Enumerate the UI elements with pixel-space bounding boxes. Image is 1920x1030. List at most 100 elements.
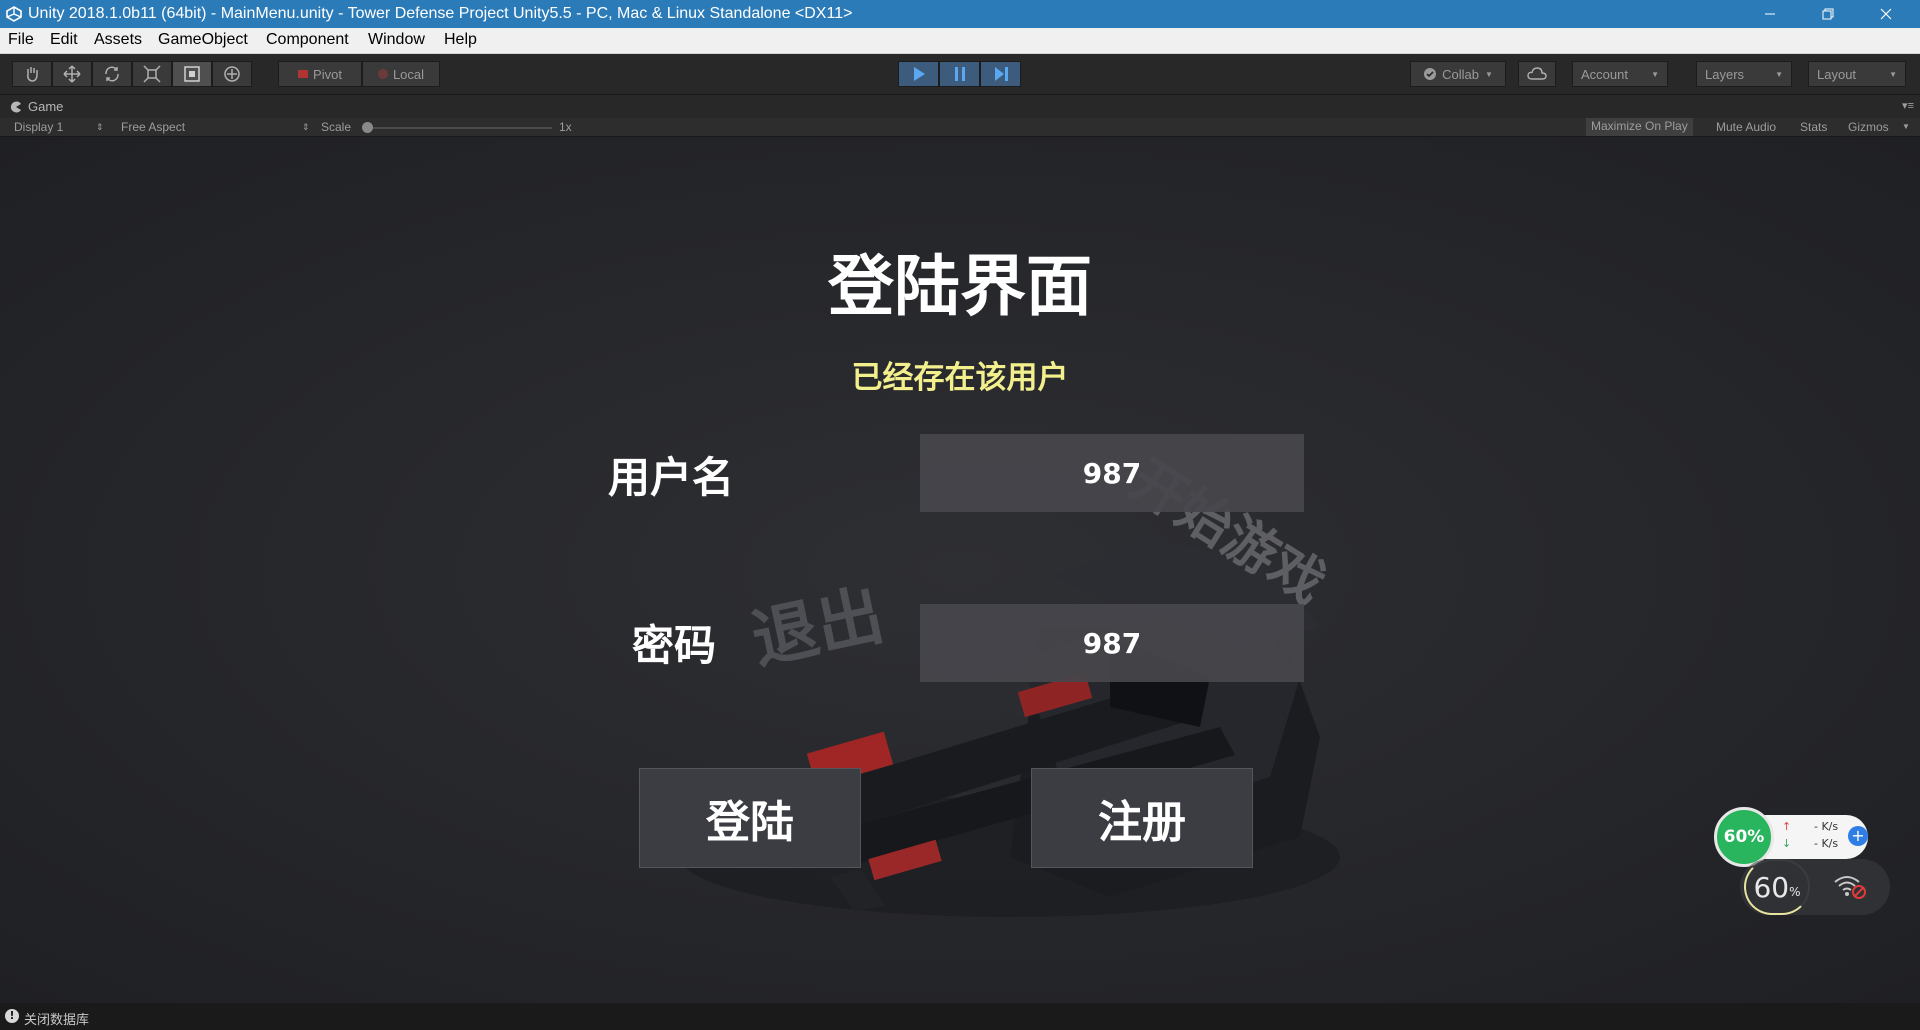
transform-tool-icon bbox=[224, 66, 240, 82]
pivot-toggle[interactable]: Pivot bbox=[278, 61, 362, 87]
cpu-gauge[interactable]: 60% bbox=[1744, 859, 1810, 915]
chevron-down-icon: ▼ bbox=[1651, 69, 1659, 79]
window-title: Unity 2018.1.0b11 (64bit) - MainMenu.uni… bbox=[28, 5, 853, 22]
menu-file[interactable]: File bbox=[8, 31, 34, 49]
mute-audio-toggle[interactable]: Mute Audio bbox=[1716, 120, 1776, 134]
register-button-label: 注册 bbox=[1098, 797, 1186, 848]
pause-icon bbox=[954, 67, 965, 81]
minimize-button[interactable] bbox=[1742, 0, 1798, 28]
page-title: 登陆界面 bbox=[828, 248, 1092, 325]
close-icon bbox=[1880, 8, 1892, 20]
restore-button[interactable] bbox=[1800, 0, 1856, 28]
unity-logo-icon bbox=[6, 6, 22, 22]
maximize-on-play-toggle[interactable]: Maximize On Play bbox=[1586, 118, 1693, 136]
upload-speed: - K/s bbox=[1814, 820, 1839, 833]
menu-edit[interactable]: Edit bbox=[50, 31, 78, 49]
rect-tool-button[interactable] bbox=[172, 61, 212, 87]
menu-help[interactable]: Help bbox=[444, 31, 477, 49]
chevron-down-icon: ▼ bbox=[1484, 69, 1493, 79]
display-dropdown[interactable]: Display 1 bbox=[14, 120, 63, 134]
download-arrow-icon: ↓ bbox=[1782, 837, 1792, 850]
status-bar: ! 关闭数据库 bbox=[0, 1003, 1920, 1030]
local-icon bbox=[377, 69, 388, 79]
scale-tool-icon bbox=[143, 65, 161, 83]
gizmos-dropdown[interactable]: Gizmos bbox=[1848, 120, 1889, 134]
scale-slider-track[interactable] bbox=[368, 127, 552, 129]
play-icon bbox=[913, 67, 925, 81]
hand-tool-button[interactable] bbox=[12, 61, 52, 87]
pacman-icon bbox=[10, 101, 21, 112]
cloud-group bbox=[1518, 61, 1556, 87]
download-speed: - K/s bbox=[1814, 837, 1839, 850]
layers-group: Layers ▼ bbox=[1696, 61, 1792, 87]
game-view-toolbar: Display 1 ⇕ Free Aspect ⇕ Scale 1x Maxim… bbox=[0, 118, 1920, 137]
hand-tool-icon bbox=[27, 67, 38, 82]
layers-dropdown[interactable]: Layers ▼ bbox=[1696, 61, 1792, 87]
collab-label: Collab bbox=[1442, 66, 1479, 82]
register-button[interactable]: 注册 bbox=[1031, 768, 1253, 868]
pause-button[interactable] bbox=[939, 61, 980, 87]
login-button[interactable]: 登陆 bbox=[639, 768, 861, 868]
status-message-text[interactable]: 关闭数据库 bbox=[24, 1009, 89, 1028]
move-tool-button[interactable] bbox=[52, 61, 92, 87]
pivot-controls: Pivot Local bbox=[278, 61, 440, 87]
updown-icon: ⇕ bbox=[302, 122, 310, 132]
menu-window[interactable]: Window bbox=[368, 31, 425, 49]
step-icon bbox=[994, 67, 1008, 81]
updown-icon: ⇕ bbox=[96, 122, 104, 132]
info-icon: ! bbox=[5, 1009, 19, 1023]
menu-assets[interactable]: Assets bbox=[94, 31, 142, 49]
scale-value: 1x bbox=[559, 120, 572, 134]
network-monitor-widget[interactable]: 60% ↑ ↓ - K/s - K/s + 60% bbox=[1714, 805, 1894, 915]
transform-tool-button[interactable] bbox=[212, 61, 252, 87]
memory-gauge[interactable]: 60% bbox=[1714, 807, 1774, 867]
menu-gameobject[interactable]: GameObject bbox=[158, 31, 248, 49]
play-button[interactable] bbox=[898, 61, 939, 87]
main-toolbar: Pivot Local Collab ▼ Account ▼ Layers ▼ … bbox=[0, 54, 1920, 95]
rotate-tool-icon bbox=[105, 66, 119, 82]
plus-icon[interactable]: + bbox=[1848, 826, 1868, 846]
account-label: Account bbox=[1581, 66, 1628, 82]
chevron-down-icon: ▼ bbox=[1775, 69, 1783, 79]
scale-label: Scale bbox=[321, 120, 352, 134]
login-button-label: 登陆 bbox=[706, 797, 794, 848]
account-dropdown[interactable]: Account ▼ bbox=[1572, 61, 1668, 87]
username-label: 用户名 bbox=[608, 453, 735, 502]
scale-slider-thumb[interactable] bbox=[362, 122, 373, 133]
username-field[interactable]: 987 bbox=[920, 434, 1304, 512]
step-button[interactable] bbox=[980, 61, 1021, 87]
collab-dropdown[interactable]: Collab ▼ bbox=[1410, 61, 1506, 87]
transform-tools bbox=[12, 61, 252, 87]
close-button[interactable] bbox=[1858, 0, 1914, 28]
rotate-tool-button[interactable] bbox=[92, 61, 132, 87]
cpu-value: 60 bbox=[1753, 870, 1790, 904]
local-toggle[interactable]: Local bbox=[362, 61, 440, 87]
wifi-off-icon bbox=[1834, 876, 1866, 899]
collab-group: Collab ▼ bbox=[1410, 61, 1506, 87]
title-bar: Unity 2018.1.0b11 (64bit) - MainMenu.uni… bbox=[0, 0, 1920, 28]
password-label: 密码 bbox=[632, 621, 717, 670]
cloud-icon bbox=[1527, 67, 1547, 80]
tab-menu-icon[interactable]: ▾≡ bbox=[1902, 99, 1914, 112]
stats-toggle[interactable]: Stats bbox=[1800, 120, 1827, 134]
layout-group: Layout ▼ bbox=[1808, 61, 1906, 87]
status-message: 已经存在该用户 bbox=[851, 360, 1069, 396]
cloud-button[interactable] bbox=[1518, 61, 1556, 87]
upload-arrow-icon: ↑ bbox=[1782, 820, 1792, 833]
menu-bar: File Edit Assets GameObject Component Wi… bbox=[0, 28, 1920, 54]
layout-dropdown[interactable]: Layout ▼ bbox=[1808, 61, 1906, 87]
cpu-unit: % bbox=[1789, 885, 1801, 899]
memory-percent: 60% bbox=[1723, 827, 1765, 847]
password-field[interactable]: 987 bbox=[920, 604, 1304, 682]
chevron-down-icon: ▼ bbox=[1902, 122, 1910, 131]
move-tool-icon bbox=[63, 65, 81, 83]
chevron-down-icon: ▼ bbox=[1889, 69, 1897, 79]
playback-controls bbox=[898, 61, 1021, 87]
check-icon bbox=[1424, 68, 1437, 80]
menu-component[interactable]: Component bbox=[266, 31, 349, 49]
aspect-dropdown[interactable]: Free Aspect bbox=[121, 120, 185, 134]
scale-tool-button[interactable] bbox=[132, 61, 172, 87]
password-value: 987 bbox=[1082, 626, 1142, 660]
game-tab[interactable]: Game bbox=[10, 99, 63, 114]
pivot-label: Pivot bbox=[313, 66, 342, 82]
